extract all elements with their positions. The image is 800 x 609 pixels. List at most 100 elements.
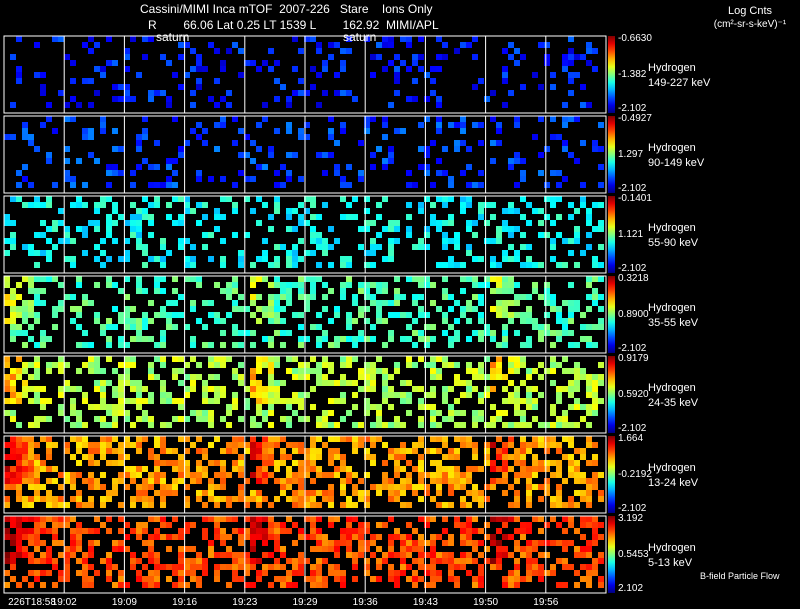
heatmap-cell [46, 466, 52, 472]
heatmap-cell [358, 330, 364, 336]
heatmap-cell [514, 182, 520, 188]
heatmap-cell [214, 318, 220, 324]
heatmap-cell [412, 330, 418, 336]
heatmap-cell [442, 528, 448, 534]
heatmap-cell [436, 356, 442, 362]
heatmap-cell [538, 220, 544, 226]
heatmap-cell [484, 392, 490, 398]
heatmap-cell [250, 276, 256, 282]
heatmap-cell [196, 558, 202, 564]
heatmap-cell [598, 202, 604, 208]
heatmap-cell [580, 454, 586, 460]
heatmap-cell [196, 490, 202, 496]
heatmap-cell [4, 374, 10, 380]
heatmap-cell [22, 362, 28, 368]
heatmap-cell [436, 262, 442, 268]
heatmap-cell [64, 416, 70, 422]
heatmap-cell [34, 528, 40, 534]
heatmap-cell [286, 404, 292, 410]
heatmap-cell [538, 232, 544, 238]
heatmap-cell [358, 522, 364, 528]
heatmap-cell [466, 250, 472, 256]
heatmap-cell [46, 398, 52, 404]
heatmap-cell [556, 442, 562, 448]
heatmap-cell [250, 374, 256, 380]
heatmap-cell [142, 478, 148, 484]
heatmap-cell [34, 460, 40, 466]
heatmap-cell [298, 362, 304, 368]
heatmap-cell [262, 552, 268, 558]
heatmap-cell [484, 454, 490, 460]
heatmap-cell [490, 540, 496, 546]
heatmap-cell [382, 386, 388, 392]
colorbar-tick-label: 0.5920 [618, 388, 649, 400]
heatmap-cell [574, 404, 580, 410]
heatmap-cell [292, 256, 298, 262]
heatmap-cell [118, 312, 124, 318]
heatmap-cell [16, 442, 22, 448]
heatmap-cell [160, 460, 166, 466]
heatmap-cell [478, 214, 484, 220]
heatmap-cell [544, 570, 550, 576]
heatmap-cell [418, 534, 424, 540]
heatmap-cell [250, 342, 256, 348]
heatmap-cell [508, 244, 514, 250]
heatmap-cell [448, 362, 454, 368]
heatmap-cell [142, 318, 148, 324]
heatmap-cell [148, 496, 154, 502]
heatmap-cell [286, 330, 292, 336]
heatmap-cell [106, 528, 112, 534]
heatmap-cell [22, 472, 28, 478]
heatmap-cell [250, 448, 256, 454]
heatmap-cell [178, 472, 184, 478]
heatmap-cell [196, 54, 202, 60]
heatmap-cell [292, 90, 298, 96]
heatmap-cell [382, 116, 388, 122]
heatmap-cell [514, 122, 520, 128]
heatmap-cell [232, 306, 238, 312]
heatmap-cell [442, 398, 448, 404]
heatmap-cell [154, 312, 160, 318]
heatmap-cell [550, 516, 556, 522]
heatmap-cell [10, 220, 16, 226]
heatmap-cell [376, 300, 382, 306]
heatmap-cell [472, 490, 478, 496]
heatmap-cell [550, 330, 556, 336]
heatmap-cell [472, 122, 478, 128]
heatmap-cell [526, 368, 532, 374]
heatmap-cell [226, 534, 232, 540]
heatmap-cell [496, 356, 502, 362]
heatmap-cell [208, 478, 214, 484]
heatmap-cell [166, 324, 172, 330]
heatmap-cell [502, 478, 508, 484]
heatmap-cell [556, 448, 562, 454]
heatmap-cell [52, 128, 58, 134]
heatmap-cell [190, 256, 196, 262]
heatmap-cell [448, 570, 454, 576]
heatmap-cell [562, 330, 568, 336]
heatmap-cell [148, 368, 154, 374]
heatmap-cell [112, 220, 118, 226]
heatmap-cell [550, 116, 556, 122]
heatmap-cell [496, 300, 502, 306]
heatmap-cell [520, 466, 526, 472]
heatmap-cell [16, 534, 22, 540]
heatmap-cell [520, 170, 526, 176]
heatmap-cell [532, 416, 538, 422]
heatmap-cell [136, 576, 142, 582]
heatmap-cell [10, 392, 16, 398]
heatmap-cell [298, 466, 304, 472]
heatmap-cell [298, 134, 304, 140]
heatmap-cell [352, 442, 358, 448]
heatmap-cell [16, 324, 22, 330]
heatmap-cell [280, 484, 286, 490]
heatmap-cell [46, 496, 52, 502]
heatmap-cell [370, 436, 376, 442]
heatmap-cell [118, 170, 124, 176]
heatmap-cell [100, 196, 106, 202]
heatmap-cell [136, 318, 142, 324]
heatmap-cell [178, 582, 184, 588]
heatmap-cell [436, 96, 442, 102]
heatmap-cell [514, 516, 520, 522]
heatmap-cell [112, 582, 118, 588]
